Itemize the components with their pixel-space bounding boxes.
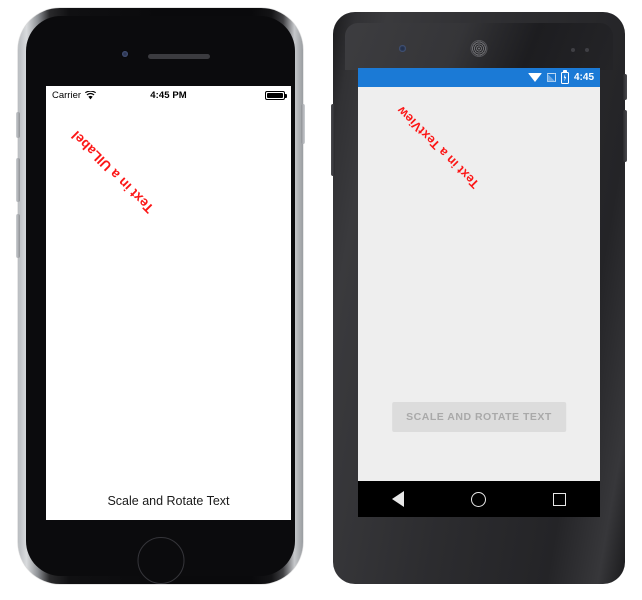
battery-charging-icon (560, 71, 569, 84)
scale-and-rotate-text-button[interactable]: SCALE AND ROTATE TEXT (392, 402, 566, 432)
volume-rocker[interactable] (623, 110, 627, 162)
home-button[interactable] (137, 537, 184, 584)
home-icon[interactable] (470, 491, 486, 507)
mute-switch[interactable] (16, 112, 20, 138)
power-button[interactable] (301, 104, 305, 144)
back-icon[interactable] (391, 491, 404, 507)
android-status-bar: 4:45 (358, 68, 600, 87)
light-sensor-icon (585, 48, 589, 52)
android-rotated-textview: Text in a TextView (394, 103, 482, 191)
comparison-stage: Carrier 4:45 PM Text in a UILabel Scale … (0, 0, 642, 600)
android-navigation-bar (358, 481, 600, 517)
wifi-icon (527, 73, 542, 82)
earpiece-speaker-icon (470, 40, 488, 57)
battery-full-icon (265, 90, 287, 100)
iphone-device-frame: Carrier 4:45 PM Text in a UILabel Scale … (16, 8, 305, 584)
power-button[interactable] (623, 74, 627, 100)
volume-rocker-left[interactable] (331, 104, 335, 176)
android-content-area: Text in a TextView SCALE AND ROTATE TEXT (358, 87, 600, 462)
android-screen: 4:45 Text in a TextView SCALE AND ROTATE… (358, 68, 600, 517)
front-camera-icon (122, 51, 128, 57)
ios-bottom-label: Scale and Rotate Text (107, 494, 230, 508)
earpiece-speaker-icon (148, 54, 210, 59)
ios-rotated-label: Text in a UILabel (68, 127, 157, 216)
signal-icon (546, 73, 556, 82)
ios-status-right (265, 90, 287, 100)
recents-icon[interactable] (553, 492, 567, 506)
volume-down-button[interactable] (16, 214, 20, 258)
android-device-frame: 4:45 Text in a TextView SCALE AND ROTATE… (331, 12, 627, 584)
volume-up-button[interactable] (16, 158, 20, 202)
ios-clock: 4:45 PM (150, 89, 187, 101)
iphone-screen: Carrier 4:45 PM Text in a UILabel Scale … (46, 86, 291, 520)
android-clock: 4:45 (573, 72, 594, 83)
front-camera-icon (399, 45, 406, 52)
ios-status-bar: Carrier 4:45 PM (46, 86, 291, 104)
android-top-bezel (345, 23, 613, 70)
proximity-sensor-icon (571, 48, 575, 52)
ios-content-area: Text in a UILabel Scale and Rotate Text (46, 104, 291, 520)
